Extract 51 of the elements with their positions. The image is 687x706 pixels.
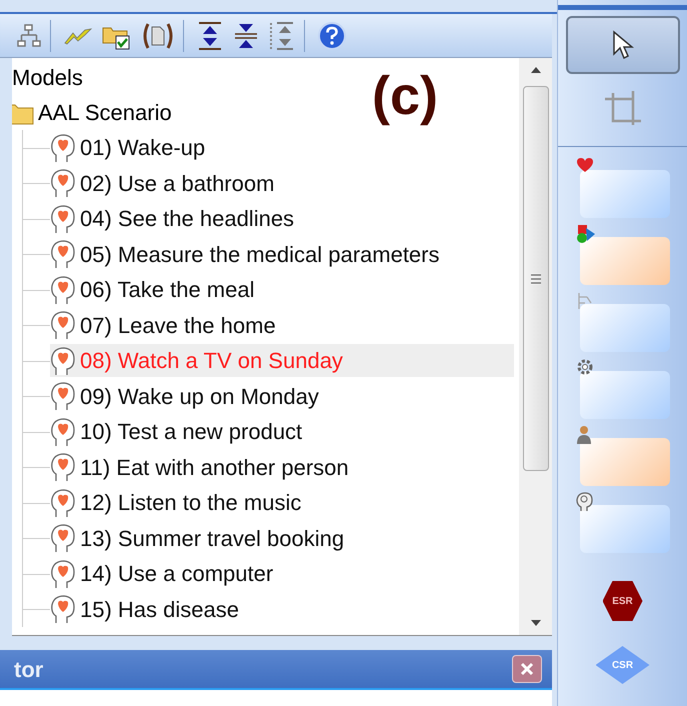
scroll-down-icon[interactable]: [530, 619, 542, 627]
pointer-icon: [612, 30, 634, 60]
close-button[interactable]: [512, 655, 542, 683]
tree-item[interactable]: 13) Summer travel booking: [50, 522, 352, 555]
expand-icon[interactable]: [196, 20, 224, 50]
head-heart-icon: [50, 168, 76, 198]
head-heart-icon: [50, 488, 76, 518]
head-heart-icon: [50, 594, 76, 624]
head-heart-icon: [50, 523, 76, 554]
head-heart-icon: [50, 452, 76, 482]
tree-item[interactable]: 01) Wake-up: [50, 131, 214, 164]
head-heart-icon: [50, 558, 76, 589]
tree-item[interactable]: 11) Eat with another person: [50, 450, 357, 484]
head-heart-icon: [50, 204, 76, 234]
tree-item[interactable]: 04) See the headlines: [50, 202, 302, 236]
tree-item[interactable]: 12) Listen to the music: [50, 486, 310, 520]
tree-item[interactable]: 09) Wake up on Monday: [50, 380, 327, 413]
lightning-icon[interactable]: [63, 26, 93, 46]
heart-icon: [576, 157, 594, 173]
help-icon[interactable]: [317, 20, 347, 50]
scroll-thumb[interactable]: [522, 86, 548, 471]
head-icon: [576, 492, 594, 512]
head-heart-icon: [50, 346, 76, 376]
palette-tool[interactable]: [566, 16, 680, 74]
bracketed-document-icon[interactable]: [141, 20, 175, 50]
dotted-expand-icon[interactable]: [268, 20, 296, 50]
panel-title: tor: [14, 656, 44, 684]
scrollbar[interactable]: [519, 58, 552, 635]
tree-folder[interactable]: AAL Scenario: [38, 96, 172, 129]
head-heart-icon: [50, 239, 76, 270]
shapes-icon: [576, 224, 596, 244]
head-heart-icon: [50, 310, 76, 340]
tree-root[interactable]: Models: [12, 60, 83, 95]
head-heart-icon: [50, 132, 76, 163]
tree-item[interactable]: 10) Test a new product: [50, 415, 310, 448]
person-icon: [576, 425, 592, 445]
head-heart-icon: [50, 416, 76, 447]
figure-label: (c): [372, 65, 438, 128]
scroll-up-icon[interactable]: [530, 66, 542, 74]
tree-item[interactable]: 14) Use a computer: [50, 557, 282, 590]
tree-item[interactable]: 02) Use a bathroom: [50, 166, 282, 200]
head-heart-icon: [50, 274, 76, 305]
gear-icon: [576, 358, 594, 376]
tree-item[interactable]: 05) Measure the medical parameters: [50, 238, 448, 271]
tree-item[interactable]: 15) Has disease: [50, 592, 247, 626]
tree-item[interactable]: 06) Take the meal: [50, 273, 262, 306]
hierarchy-icon[interactable]: [16, 22, 42, 48]
head-heart-icon: [50, 381, 76, 412]
grip-icon: [530, 274, 542, 284]
close-icon: [520, 662, 534, 676]
tree-item[interactable]: 07) Leave the home: [50, 308, 284, 342]
